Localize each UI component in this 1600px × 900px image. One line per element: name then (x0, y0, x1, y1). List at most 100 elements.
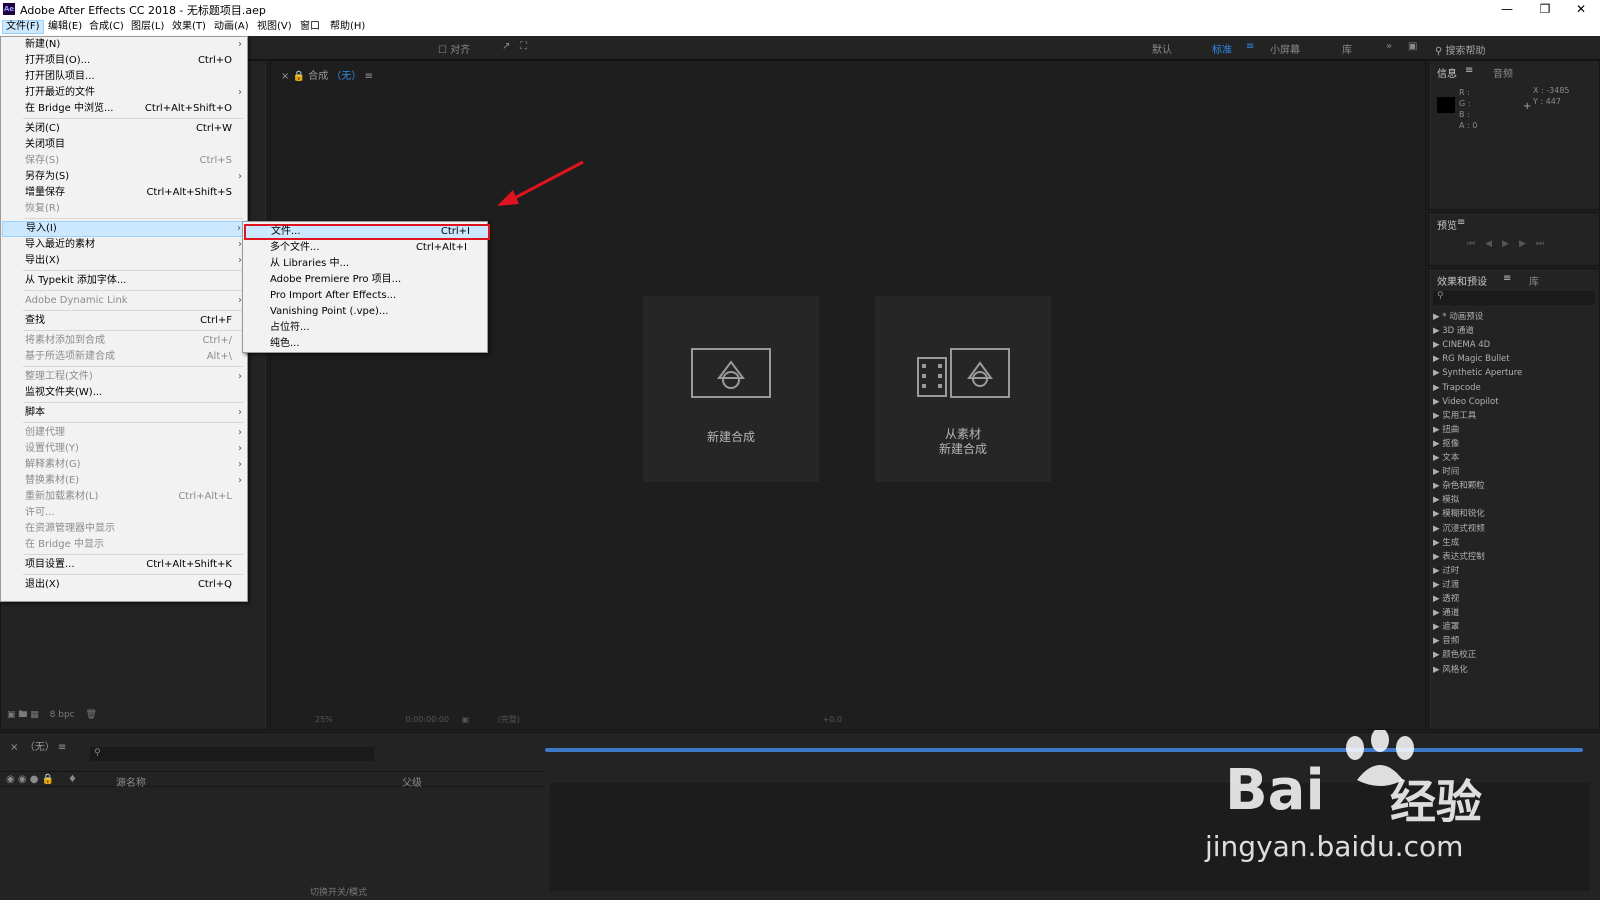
effects-category[interactable]: ▶ 颜色校正 (1433, 648, 1476, 662)
first-frame-icon[interactable]: ⏮ (1467, 239, 1485, 249)
trash-icon[interactable]: 🗑 (86, 710, 97, 720)
file-menu-item[interactable]: 整理工程(文件) › (2, 369, 246, 385)
align-checkbox[interactable]: ☐ 对齐 (438, 41, 470, 56)
import-submenu-item[interactable]: Vanishing Point (.vpe)... (245, 304, 485, 320)
file-menu-item[interactable]: 创建代理 › (2, 425, 246, 441)
info-title[interactable]: 信息 (1437, 65, 1457, 80)
composition-panel[interactable]: × 🔒 合成 （无） ≡ 新建合成 从素材 新建合成 25% 0:00:00:0… (270, 60, 1426, 730)
file-menu-item[interactable]: 打开团队项目... (2, 69, 246, 85)
file-menu-item[interactable]: 基于所选项新建合成 Alt+\ (2, 349, 246, 365)
new-comp-icon[interactable]: ▦ (30, 710, 39, 720)
new-composition-card[interactable]: 新建合成 (643, 296, 819, 482)
menu-help[interactable]: 帮助(H) (327, 20, 368, 34)
menu-animation[interactable]: 动画(A) (211, 20, 252, 34)
tab-menu-icon[interactable]: ≡ (365, 71, 373, 82)
new-comp-from-footage-card[interactable]: 从素材 新建合成 (875, 296, 1051, 482)
next-frame-icon[interactable]: ▶ (1519, 239, 1536, 249)
effects-category[interactable]: ▶ 杂色和颗粒 (1433, 479, 1485, 493)
snap-icon[interactable]: ↗ (502, 41, 510, 52)
file-menu-item[interactable]: 替换素材(E) › (2, 473, 246, 489)
restore-icon[interactable]: ❐ (1526, 0, 1564, 18)
menu-edit[interactable]: 编辑(E) (45, 20, 85, 34)
workspace-menu-icon[interactable]: ≡ (1246, 41, 1254, 52)
file-menu-item[interactable]: 在 Bridge 中浏览... Ctrl+Alt+Shift+O (2, 101, 246, 117)
magnification-dropdown[interactable]: 25% (315, 715, 333, 724)
import-submenu-item[interactable]: Pro Import After Effects... (245, 288, 485, 304)
info-panel[interactable]: 信息 ≡ 音频 R : G : B : A : 0 X : -3485 Y : … (1428, 60, 1600, 210)
prev-frame-icon[interactable]: ◀ (1485, 239, 1502, 249)
effects-category[interactable]: ▶ 表达式控制 (1433, 550, 1485, 564)
file-menu-item[interactable]: 从 Typekit 添加字体... (2, 273, 246, 289)
panel-menu-icon[interactable]: ≡ (1465, 65, 1473, 76)
file-menu-item[interactable]: 项目设置... Ctrl+Alt+Shift+K (2, 557, 246, 573)
menu-file[interactable]: 文件(F) (2, 20, 44, 34)
file-menu-item[interactable]: 查找 Ctrl+F (2, 313, 246, 329)
file-menu-item[interactable]: 保存(S) Ctrl+S (2, 153, 246, 169)
bpc-label[interactable]: 8 bpc (50, 710, 75, 720)
file-menu-item[interactable]: Adobe Dynamic Link › (2, 293, 246, 309)
menu-view[interactable]: 视图(V) (254, 20, 295, 34)
preview-panel[interactable]: 预览 ≡ ⏮◀▶▶⏭ (1428, 212, 1600, 266)
library-tab[interactable]: 库 (1529, 273, 1539, 288)
audio-tab[interactable]: 音频 (1493, 65, 1513, 80)
file-menu-item[interactable]: 许可... (2, 505, 246, 521)
effects-category[interactable]: ▶ 过时 (1433, 564, 1459, 578)
parent-header[interactable]: 父级 (402, 774, 422, 789)
effects-category[interactable]: ▶ 抠像 (1433, 437, 1459, 451)
effects-category[interactable]: ▶ 过渡 (1433, 578, 1459, 592)
file-menu-item[interactable]: 监视文件夹(W)... (2, 385, 246, 401)
effects-title[interactable]: 效果和预设 (1437, 273, 1487, 288)
menu-composition[interactable]: 合成(C) (86, 20, 127, 34)
effects-category[interactable]: ▶ 时间 (1433, 465, 1459, 479)
file-menu-item[interactable]: 打开最近的文件 › (2, 85, 246, 101)
import-submenu-item[interactable]: Adobe Premiere Pro 项目... (245, 272, 485, 288)
panel-toggle-icon[interactable]: ▣ (1408, 41, 1417, 52)
toggle-switches-modes[interactable]: 切换开关/模式 (310, 885, 367, 898)
exposure-value[interactable]: +0.0 (823, 715, 842, 724)
menu-layer[interactable]: 图层(L) (128, 20, 167, 34)
more-workspaces-icon[interactable]: » (1386, 41, 1392, 52)
file-menu-item[interactable]: 退出(X) Ctrl+Q (2, 577, 246, 593)
effects-category[interactable]: ▶ 生成 (1433, 536, 1459, 550)
file-menu-item[interactable]: 导入最近的素材 › (2, 237, 246, 253)
menu-window[interactable]: 窗口 (297, 20, 323, 34)
effects-category[interactable]: ▶ 3D 通道 (1433, 324, 1474, 338)
file-menu-item[interactable]: 关闭项目 (2, 137, 246, 153)
import-submenu-item[interactable]: 多个文件... Ctrl+Alt+I (245, 240, 485, 256)
close-tab-icon[interactable]: × (281, 71, 289, 82)
workspace-default[interactable]: 默认 (1152, 41, 1172, 56)
file-menu-item[interactable]: 恢复(R) (2, 201, 246, 217)
effects-category[interactable]: ▶ RG Magic Bullet (1433, 352, 1510, 366)
menu-effect[interactable]: 效果(T) (169, 20, 209, 34)
layer-search-input[interactable]: ⚲ (90, 747, 374, 761)
file-menu-item[interactable]: 在 Bridge 中显示 (2, 537, 246, 553)
lock-icon[interactable]: 🔒 (293, 71, 305, 82)
file-menu-item[interactable]: 关闭(C) Ctrl+W (2, 121, 246, 137)
workspace-standard[interactable]: 标准 (1212, 41, 1232, 56)
resolution-dropdown[interactable]: (完整) (498, 715, 520, 724)
effects-category[interactable]: ▶ * 动画预设 (1433, 310, 1483, 324)
effects-category[interactable]: ▶ 风格化 (1433, 663, 1468, 677)
effects-category[interactable]: ▶ Trapcode (1433, 381, 1481, 395)
import-submenu-item[interactable]: 从 Libraries 中... (245, 256, 485, 272)
search-help-field[interactable]: ⚲ 搜索帮助 (1435, 42, 1486, 57)
source-name-header[interactable]: 源名称 (116, 774, 146, 789)
effects-category[interactable]: ▶ 实用工具 (1433, 409, 1476, 423)
expand-icon[interactable]: ⛶ (520, 41, 527, 52)
effects-category[interactable]: ▶ 文本 (1433, 451, 1459, 465)
last-frame-icon[interactable]: ⏭ (1536, 239, 1554, 249)
preview-menu-icon[interactable]: ≡ (1457, 217, 1465, 228)
effects-category[interactable]: ▶ 扭曲 (1433, 423, 1459, 437)
file-menu-item[interactable]: 脚本 › (2, 405, 246, 421)
timeline-tab[interactable]: × （无） ≡ (10, 738, 66, 753)
label-icon[interactable]: ♦ (68, 774, 77, 785)
effects-category[interactable]: ▶ 模糊和锐化 (1433, 507, 1485, 521)
file-menu-item[interactable]: 在资源管理器中显示 (2, 521, 246, 537)
effects-category[interactable]: ▶ 遮罩 (1433, 620, 1459, 634)
effects-search-input[interactable]: ⚲ (1433, 291, 1595, 305)
minimize-icon[interactable]: — (1488, 0, 1526, 18)
file-menu-item[interactable]: 打开项目(O)... Ctrl+O (2, 53, 246, 69)
effects-category[interactable]: ▶ Video Copilot (1433, 395, 1499, 409)
effects-category[interactable]: ▶ CINEMA 4D (1433, 338, 1490, 352)
import-submenu-item[interactable]: 文件... Ctrl+I (244, 224, 490, 240)
